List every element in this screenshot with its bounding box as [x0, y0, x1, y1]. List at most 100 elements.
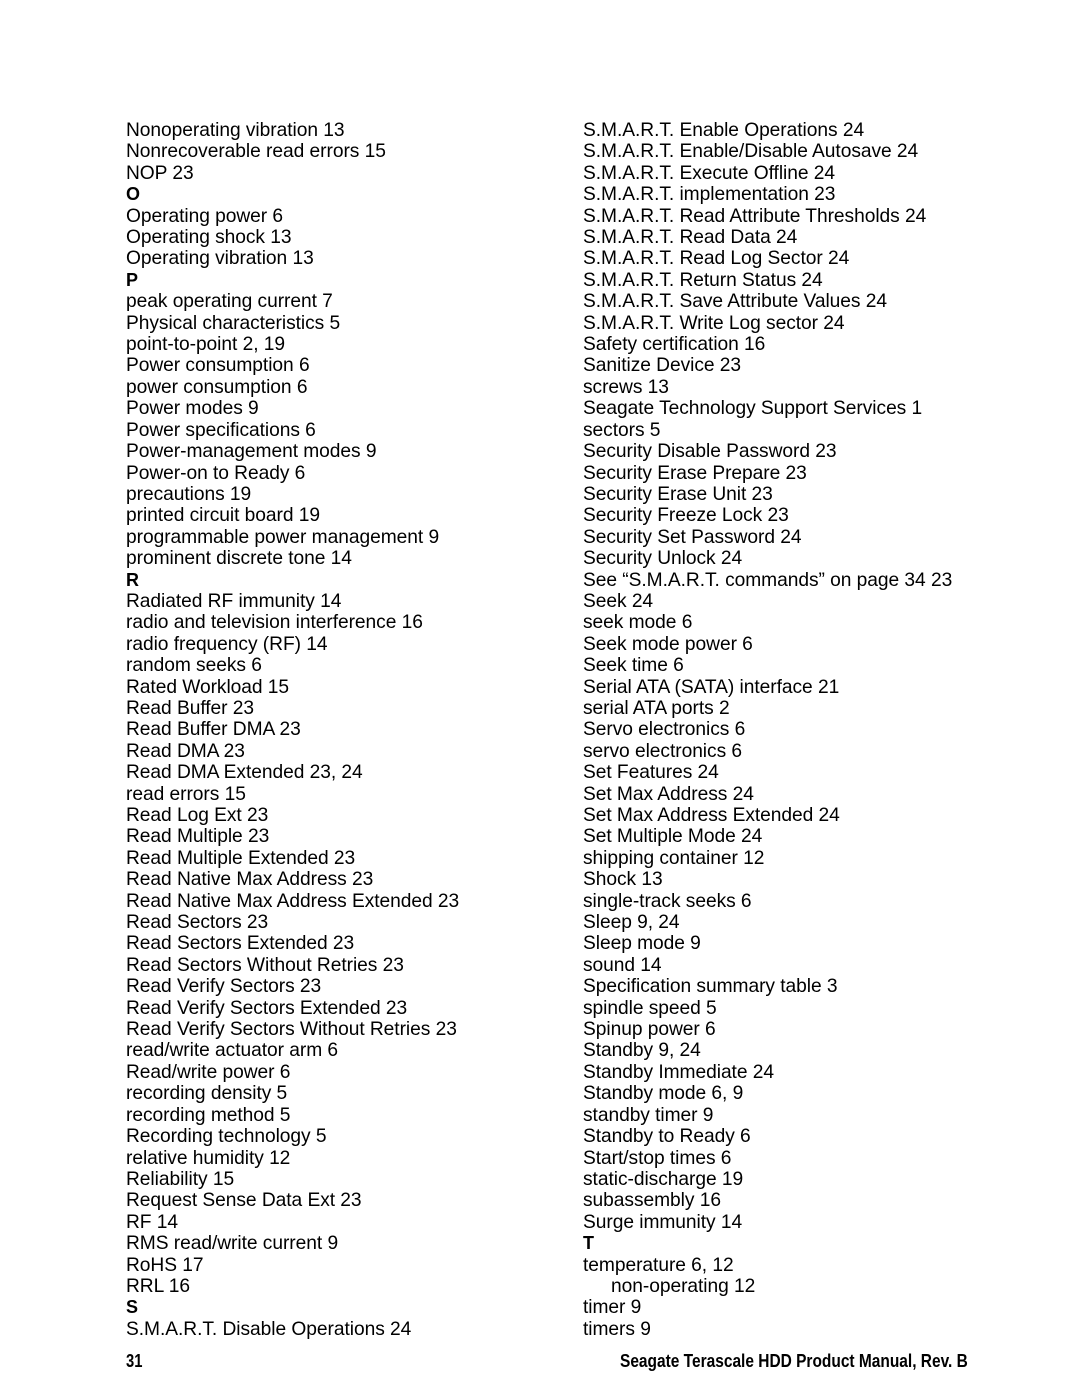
index-entry[interactable]: Rated Workload 15	[126, 677, 581, 698]
index-entry[interactable]: RMS read/write current 9	[126, 1233, 581, 1254]
index-entry[interactable]: timers 9	[583, 1319, 1053, 1340]
index-entry[interactable]: programmable power management 9	[126, 527, 581, 548]
index-entry[interactable]: Power specifications 6	[126, 420, 581, 441]
index-entry[interactable]: Security Freeze Lock 23	[583, 505, 1053, 526]
index-entry[interactable]: prominent discrete tone 14	[126, 548, 581, 569]
index-entry[interactable]: relative humidity 12	[126, 1148, 581, 1169]
index-entry[interactable]: Recording technology 5	[126, 1126, 581, 1147]
index-entry[interactable]: Power-on to Ready 6	[126, 463, 581, 484]
index-entry[interactable]: Read Multiple Extended 23	[126, 848, 581, 869]
index-entry[interactable]: Seagate Technology Support Services 1	[583, 398, 1053, 419]
index-entry[interactable]: read/write actuator arm 6	[126, 1040, 581, 1061]
index-entry[interactable]: Read DMA 23	[126, 741, 581, 762]
index-entry[interactable]: Operating shock 13	[126, 227, 581, 248]
index-entry[interactable]: Read Sectors Without Retries 23	[126, 955, 581, 976]
index-entry[interactable]: servo electronics 6	[583, 741, 1053, 762]
index-entry[interactable]: Read Verify Sectors 23	[126, 976, 581, 997]
index-entry[interactable]: Standby mode 6, 9	[583, 1083, 1053, 1104]
index-entry[interactable]: Set Multiple Mode 24	[583, 826, 1053, 847]
index-entry[interactable]: printed circuit board 19	[126, 505, 581, 526]
index-entry[interactable]: static-discharge 19	[583, 1169, 1053, 1190]
index-entry[interactable]: Security Disable Password 23	[583, 441, 1053, 462]
index-entry[interactable]: Read Multiple 23	[126, 826, 581, 847]
index-entry[interactable]: Safety certification 16	[583, 334, 1053, 355]
index-entry[interactable]: Standby 9, 24	[583, 1040, 1053, 1061]
index-entry[interactable]: temperature 6, 12	[583, 1255, 1053, 1276]
index-entry[interactable]: RF 14	[126, 1212, 581, 1233]
index-entry[interactable]: Read Native Max Address Extended 23	[126, 891, 581, 912]
index-entry[interactable]: precautions 19	[126, 484, 581, 505]
index-entry[interactable]: Radiated RF immunity 14	[126, 591, 581, 612]
index-entry[interactable]: Read Verify Sectors Extended 23	[126, 998, 581, 1019]
index-entry[interactable]: Servo electronics 6	[583, 719, 1053, 740]
index-entry[interactable]: point-to-point 2, 19	[126, 334, 581, 355]
index-entry[interactable]: subassembly 16	[583, 1190, 1053, 1211]
index-entry[interactable]: Reliability 15	[126, 1169, 581, 1190]
index-entry[interactable]: single-track seeks 6	[583, 891, 1053, 912]
index-entry[interactable]: timer 9	[583, 1297, 1053, 1318]
index-entry[interactable]: S.M.A.R.T. Disable Operations 24	[126, 1319, 581, 1340]
index-entry[interactable]: Seek time 6	[583, 655, 1053, 676]
index-entry[interactable]: Security Erase Unit 23	[583, 484, 1053, 505]
index-entry[interactable]: S.M.A.R.T. Return Status 24	[583, 270, 1053, 291]
index-entry[interactable]: Read DMA Extended 23, 24	[126, 762, 581, 783]
index-entry[interactable]: Sleep mode 9	[583, 933, 1053, 954]
index-entry[interactable]: sound 14	[583, 955, 1053, 976]
index-entry[interactable]: S.M.A.R.T. Read Log Sector 24	[583, 248, 1053, 269]
index-entry[interactable]: S.M.A.R.T. Read Data 24	[583, 227, 1053, 248]
index-entry[interactable]: Request Sense Data Ext 23	[126, 1190, 581, 1211]
index-entry[interactable]: Seek 24	[583, 591, 1053, 612]
index-entry[interactable]: Operating vibration 13	[126, 248, 581, 269]
index-entry[interactable]: Standby Immediate 24	[583, 1062, 1053, 1083]
index-entry[interactable]: Set Features 24	[583, 762, 1053, 783]
index-entry[interactable]: Read Sectors Extended 23	[126, 933, 581, 954]
index-entry[interactable]: Surge immunity 14	[583, 1212, 1053, 1233]
index-entry[interactable]: sectors 5	[583, 420, 1053, 441]
index-entry[interactable]: S.M.A.R.T. implementation 23	[583, 184, 1053, 205]
index-entry[interactable]: RoHS 17	[126, 1255, 581, 1276]
index-entry[interactable]: power consumption 6	[126, 377, 581, 398]
index-entry[interactable]: Read Buffer DMA 23	[126, 719, 581, 740]
index-entry[interactable]: Shock 13	[583, 869, 1053, 890]
index-entry[interactable]: Nonrecoverable read errors 15	[126, 141, 581, 162]
index-entry[interactable]: seek mode 6	[583, 612, 1053, 633]
index-entry[interactable]: Read Verify Sectors Without Retries 23	[126, 1019, 581, 1040]
index-entry[interactable]: Set Max Address Extended 24	[583, 805, 1053, 826]
index-entry[interactable]: standby timer 9	[583, 1105, 1053, 1126]
index-entry[interactable]: Sleep 9, 24	[583, 912, 1053, 933]
index-entry[interactable]: Spinup power 6	[583, 1019, 1053, 1040]
index-entry[interactable]: Sanitize Device 23	[583, 355, 1053, 376]
index-entry[interactable]: Read/write power 6	[126, 1062, 581, 1083]
index-entry[interactable]: Security Unlock 24	[583, 548, 1053, 569]
index-entry[interactable]: recording density 5	[126, 1083, 581, 1104]
index-entry[interactable]: Power-management modes 9	[126, 441, 581, 462]
index-entry[interactable]: Read Log Ext 23	[126, 805, 581, 826]
index-entry[interactable]: Read Buffer 23	[126, 698, 581, 719]
index-entry[interactable]: Serial ATA (SATA) interface 21	[583, 677, 1053, 698]
index-entry[interactable]: recording method 5	[126, 1105, 581, 1126]
index-entry[interactable]: RRL 16	[126, 1276, 581, 1297]
index-entry[interactable]: Power modes 9	[126, 398, 581, 419]
index-entry[interactable]: Start/stop times 6	[583, 1148, 1053, 1169]
index-entry[interactable]: S.M.A.R.T. Enable Operations 24	[583, 120, 1053, 141]
index-entry[interactable]: radio and television interference 16	[126, 612, 581, 633]
index-entry[interactable]: Operating power 6	[126, 206, 581, 227]
index-entry[interactable]: NOP 23	[126, 163, 581, 184]
index-entry[interactable]: random seeks 6	[126, 655, 581, 676]
index-entry[interactable]: Read Native Max Address 23	[126, 869, 581, 890]
index-entry[interactable]: Physical characteristics 5	[126, 313, 581, 334]
index-entry[interactable]: See “S.M.A.R.T. commands” on page 34 23	[583, 570, 1053, 591]
index-entry[interactable]: peak operating current 7	[126, 291, 581, 312]
index-entry[interactable]: Specification summary table 3	[583, 976, 1053, 997]
index-subentry[interactable]: non-operating 12	[583, 1276, 1053, 1297]
index-entry[interactable]: S.M.A.R.T. Execute Offline 24	[583, 163, 1053, 184]
index-entry[interactable]: Set Max Address 24	[583, 784, 1053, 805]
index-entry[interactable]: Standby to Ready 6	[583, 1126, 1053, 1147]
index-entry[interactable]: Security Set Password 24	[583, 527, 1053, 548]
index-entry[interactable]: screws 13	[583, 377, 1053, 398]
index-entry[interactable]: spindle speed 5	[583, 998, 1053, 1019]
index-entry[interactable]: Nonoperating vibration 13	[126, 120, 581, 141]
index-entry[interactable]: S.M.A.R.T. Write Log sector 24	[583, 313, 1053, 334]
index-entry[interactable]: Read Sectors 23	[126, 912, 581, 933]
index-entry[interactable]: radio frequency (RF) 14	[126, 634, 581, 655]
